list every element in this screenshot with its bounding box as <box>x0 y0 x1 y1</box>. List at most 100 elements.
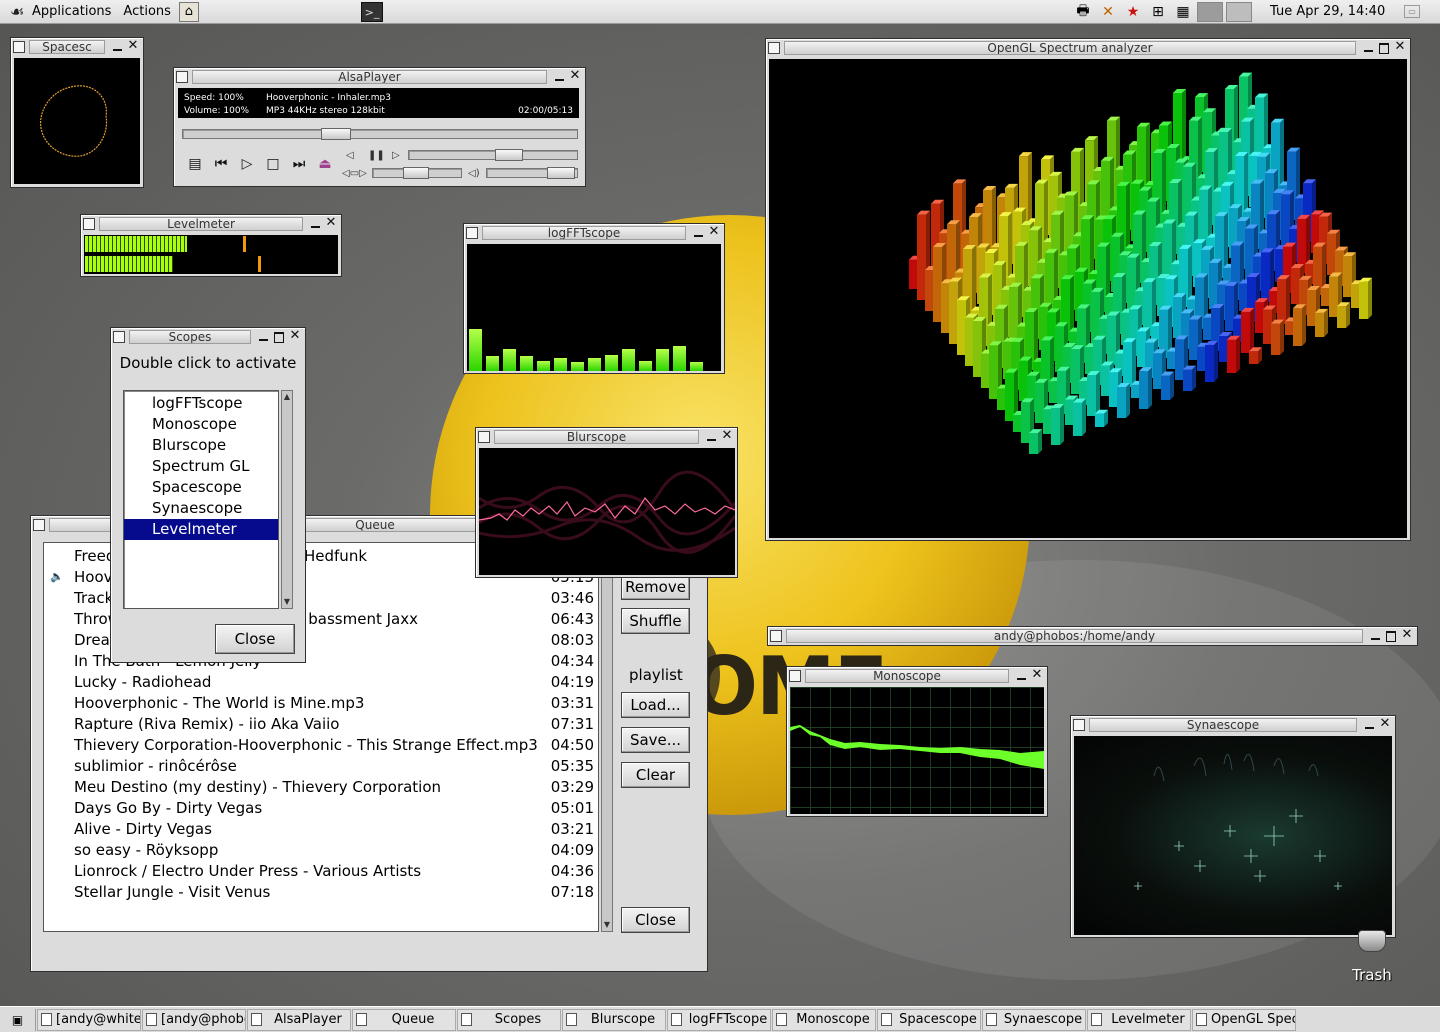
window-menu-icon[interactable] <box>13 41 25 53</box>
window-title[interactable]: Scopes <box>129 330 251 344</box>
queue-row[interactable]: Meu Destino (my destiny) - Thievery Corp… <box>44 778 598 799</box>
clear-button[interactable]: Clear <box>621 762 690 788</box>
window-title[interactable]: OpenGL Spectrum analyzer <box>784 41 1356 55</box>
balance-slider[interactable] <box>372 167 462 179</box>
trash-label[interactable]: Trash <box>1340 966 1404 984</box>
queue-row[interactable]: Stellar Jungle - Visit Venus 07:18 <box>44 883 598 904</box>
window-list-icon[interactable]: ▦ <box>1172 2 1194 22</box>
show-desktop-icon[interactable]: ▣ <box>0 1008 36 1031</box>
volume-slider[interactable] <box>486 167 578 179</box>
applications-menu[interactable]: Applications <box>26 0 117 23</box>
minimize-icon[interactable] <box>109 39 125 55</box>
rewind-icon[interactable]: ◁ <box>346 150 354 161</box>
position-knob[interactable] <box>321 128 351 140</box>
taskbar-button[interactable]: Levelmeter <box>1087 1008 1191 1031</box>
balance-icon[interactable]: ◁▭▷ <box>342 168 367 179</box>
taskbar-button[interactable]: Queue <box>352 1008 456 1031</box>
window-title[interactable]: Levelmeter <box>99 217 303 231</box>
tools-icon[interactable]: ✕ <box>1097 2 1119 22</box>
pause-icon[interactable]: ❚❚ <box>368 150 385 161</box>
window-menu-icon[interactable] <box>768 42 780 54</box>
minimize-icon[interactable] <box>703 429 719 445</box>
speed-knob[interactable] <box>495 149 523 161</box>
window-menu-icon[interactable] <box>33 519 45 531</box>
close-icon[interactable]: ✕ <box>1029 668 1045 684</box>
shuffle-button[interactable]: Shuffle <box>621 608 690 634</box>
titlebar[interactable]: Levelmeter ✕ <box>81 215 341 233</box>
scope-list-item[interactable]: Spacescope <box>124 477 278 498</box>
star-icon[interactable]: ★ <box>1122 2 1144 22</box>
taskbar-button[interactable]: AlsaPlayer <box>247 1008 351 1031</box>
minimize-icon[interactable] <box>307 216 323 232</box>
playlist-icon[interactable]: ▤ <box>184 153 206 175</box>
save-button[interactable]: Save... <box>621 727 690 753</box>
taskbar-button[interactable]: [andy@whites <box>37 1008 141 1031</box>
maximize-icon[interactable] <box>1383 628 1399 644</box>
window-menu-icon[interactable] <box>789 670 801 682</box>
speed-slider[interactable] <box>408 149 578 161</box>
taskbar-button[interactable]: logFFTscope <box>667 1008 771 1031</box>
minimize-icon[interactable] <box>255 329 271 345</box>
scopes-close-button[interactable]: Close <box>215 624 295 654</box>
titlebar[interactable]: Blurscope ✕ <box>476 428 737 446</box>
scroll-up-icon[interactable]: ▲ <box>282 391 292 403</box>
maximize-icon[interactable] <box>1376 40 1392 56</box>
close-icon[interactable]: ✕ <box>1392 40 1408 56</box>
taskbar-button[interactable]: Synaescope <box>982 1008 1086 1031</box>
battery-icon[interactable]: ▭ <box>1404 5 1420 18</box>
terminal-launcher-icon[interactable]: >_ <box>361 2 383 22</box>
minimize-icon[interactable] <box>1361 717 1377 733</box>
scroll-down-icon[interactable]: ▼ <box>282 596 292 608</box>
trash-launcher[interactable]: Trash <box>1340 930 1404 984</box>
eject-icon[interactable]: ⏏ <box>314 153 336 175</box>
printer-icon[interactable]: 🖶 <box>1072 2 1094 22</box>
titlebar[interactable]: andy@phobos:/home/andy ✕ <box>768 627 1417 645</box>
queue-scrollbar[interactable]: ▲ ▼ <box>601 542 613 932</box>
close-icon[interactable]: ✕ <box>567 69 583 85</box>
queue-row[interactable]: Alive - Dirty Vegas 03:21 <box>44 820 598 841</box>
taskbar-button[interactable]: Monoscope <box>772 1008 876 1031</box>
home-icon[interactable]: ⌂ <box>178 1 199 22</box>
minimize-icon[interactable] <box>1013 668 1029 684</box>
close-icon[interactable]: ✕ <box>125 39 141 55</box>
stop-icon[interactable]: □ <box>262 153 284 175</box>
close-icon[interactable]: ✕ <box>1399 628 1415 644</box>
window-menu-icon[interactable] <box>466 227 478 239</box>
window-title[interactable]: Synaescope <box>1089 718 1357 732</box>
scopes-scrollbar[interactable]: ▲ ▼ <box>281 390 293 609</box>
minimize-icon[interactable] <box>690 225 706 241</box>
volume-icon[interactable]: ◁) <box>468 168 480 179</box>
window-title[interactable]: Spacesc <box>29 40 105 54</box>
window-menu-icon[interactable] <box>478 431 490 443</box>
titlebar[interactable]: logFFTscope ✕ <box>464 224 724 242</box>
minimize-icon[interactable] <box>551 69 567 85</box>
window-menu-icon[interactable] <box>176 71 188 83</box>
close-icon[interactable]: ✕ <box>323 216 339 232</box>
window-title[interactable]: AlsaPlayer <box>192 70 547 84</box>
forward-icon[interactable]: ▷ <box>392 150 400 161</box>
queue-row[interactable]: Days Go By - Dirty Vegas 05:01 <box>44 799 598 820</box>
titlebar[interactable]: Synaescope ✕ <box>1071 716 1395 734</box>
minimize-icon[interactable] <box>1360 40 1376 56</box>
scope-list-item[interactable]: Levelmeter <box>124 519 278 540</box>
titlebar[interactable]: OpenGL Spectrum analyzer ✕ <box>766 39 1410 57</box>
taskbar-button[interactable]: Blurscope <box>562 1008 666 1031</box>
window-menu-icon[interactable] <box>83 218 95 230</box>
window-title[interactable]: logFFTscope <box>482 226 686 240</box>
network-icon[interactable]: ⊞ <box>1147 2 1169 22</box>
window-title[interactable]: Monoscope <box>805 669 1009 683</box>
queue-row[interactable]: Lionrock / Electro Under Press - Various… <box>44 862 598 883</box>
prev-track-icon[interactable]: ⏮ <box>210 153 232 175</box>
workspace-1[interactable] <box>1197 2 1223 22</box>
close-icon[interactable]: ✕ <box>719 429 735 445</box>
play-icon[interactable]: ▷ <box>236 153 258 175</box>
titlebar[interactable]: Spacesc ✕ <box>11 38 143 56</box>
window-menu-icon[interactable] <box>770 630 782 642</box>
queue-row[interactable]: so easy - Röyksopp 04:09 <box>44 841 598 862</box>
scopes-list[interactable]: logFFTscope Monoscope Blurscope Spectrum GL… <box>123 390 279 609</box>
queue-row[interactable]: Hooverphonic - The World is Mine.mp3 03:3… <box>44 694 598 715</box>
window-menu-icon[interactable] <box>1073 719 1085 731</box>
close-icon[interactable]: ✕ <box>1377 717 1393 733</box>
actions-menu[interactable]: Actions <box>117 0 177 23</box>
taskbar-button[interactable]: Scopes <box>457 1008 561 1031</box>
